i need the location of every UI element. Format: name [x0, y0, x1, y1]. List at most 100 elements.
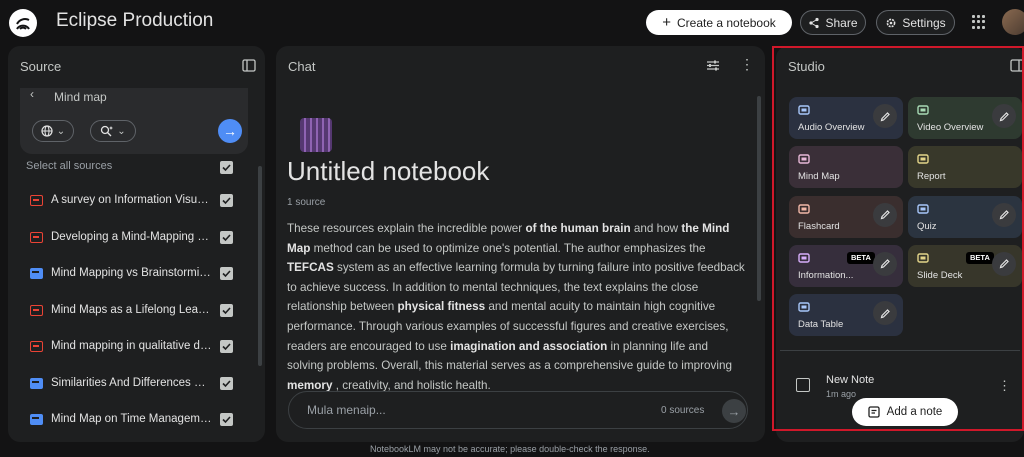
- note-timestamp: 1m ago: [826, 389, 857, 399]
- source-scrollbar[interactable]: [258, 166, 262, 366]
- edit-button[interactable]: [873, 202, 897, 227]
- tile-label: Audio Overview: [798, 122, 865, 133]
- select-all-label: Select all sources: [26, 160, 113, 172]
- share-button[interactable]: Share: [800, 10, 866, 35]
- create-notebook-label: Create a notebook: [677, 15, 776, 30]
- edit-button[interactable]: [873, 104, 897, 128]
- avatar[interactable]: [1002, 9, 1024, 35]
- studio-tile-data-table[interactable]: Data Table: [789, 294, 903, 337]
- source-item[interactable]: Mind Mapping vs Brainstormin...: [8, 257, 253, 293]
- note-add-icon: [868, 406, 880, 418]
- tile-icon: [798, 203, 810, 214]
- more-vert-icon[interactable]: ⋮: [740, 56, 754, 73]
- studio-panel-header: Studio: [776, 46, 1024, 86]
- tile-label: Quiz: [917, 220, 937, 232]
- create-notebook-button[interactable]: + Create a notebook: [646, 10, 792, 35]
- pencil-icon: [880, 259, 890, 269]
- source-checkbox[interactable]: [220, 303, 233, 317]
- studio-tile-audio-overview[interactable]: Audio Overview: [789, 97, 903, 139]
- studio-tile-report[interactable]: Report: [908, 146, 1022, 189]
- summary-highlight: TEFCAS: [287, 261, 334, 275]
- source-checkbox[interactable]: [220, 376, 233, 390]
- chat-source-count: 0 sources: [661, 405, 705, 416]
- send-button[interactable]: →: [722, 399, 746, 423]
- notebook-title[interactable]: Eclipse Production: [56, 10, 213, 32]
- studio-tile-mind-map[interactable]: Mind Map: [789, 146, 903, 189]
- edit-button[interactable]: [873, 251, 897, 276]
- pencil-icon: [999, 210, 1009, 220]
- summary-text: These resources explain the incredible p…: [287, 222, 526, 235]
- web-page-icon: [30, 377, 43, 389]
- studio-tile-flashcard[interactable]: Flashcard: [789, 195, 903, 238]
- pencil-icon: [880, 210, 890, 220]
- source-checkbox[interactable]: [220, 194, 233, 207]
- tile-icon: [917, 203, 929, 214]
- search-sparkle-icon: [101, 125, 114, 137]
- summary-highlight: of the human brain: [525, 222, 631, 235]
- studio-tile-information[interactable]: Information... BETA: [789, 244, 903, 287]
- source-item[interactable]: Mind Maps as a Lifelong Learni...: [8, 294, 253, 330]
- more-vert-icon[interactable]: ⋮: [998, 378, 1011, 394]
- pdf-icon: [30, 195, 43, 206]
- app-logo-icon[interactable]: [9, 9, 37, 37]
- edit-button[interactable]: [873, 301, 897, 326]
- tile-label: Mind Map: [798, 171, 840, 183]
- source-item-label: Similarities And Differences Be...: [51, 376, 213, 389]
- tile-label: Information...: [798, 269, 854, 281]
- tune-icon[interactable]: [706, 59, 720, 72]
- tile-icon: [917, 154, 929, 164]
- plus-icon: +: [662, 13, 671, 31]
- note-icon: [796, 378, 810, 392]
- summary-text: method can be used to optimize one's pot…: [310, 241, 706, 255]
- chat-scrollbar[interactable]: [757, 96, 761, 301]
- tile-label: Video Overview: [917, 122, 984, 133]
- edit-button[interactable]: [992, 251, 1016, 276]
- divider: [780, 350, 1020, 351]
- summary-text: and how: [630, 222, 682, 235]
- pencil-icon: [999, 111, 1009, 121]
- collapse-panel-icon[interactable]: [242, 59, 256, 72]
- source-item[interactable]: Similarities And Differences Be...: [8, 367, 253, 403]
- chevron-down-icon: ⌄: [56, 125, 66, 137]
- source-checkbox[interactable]: [220, 413, 233, 426]
- tile-label: Data Table: [798, 319, 844, 331]
- studio-tile-quiz[interactable]: Quiz: [908, 195, 1022, 238]
- beta-badge: BETA: [847, 251, 875, 264]
- edit-button[interactable]: [992, 104, 1016, 128]
- source-item[interactable]: Mind Map on Time Manageme...: [8, 403, 253, 439]
- source-item-label: Mind mapping in qualitative da...: [51, 340, 213, 352]
- notebook-emoji-icon: [300, 118, 332, 152]
- summary-highlight: physical fitness: [397, 300, 486, 314]
- web-page-icon: [30, 268, 43, 279]
- research-mode-dropdown[interactable]: ⌄: [90, 120, 136, 142]
- tile-icon: [798, 302, 810, 312]
- select-all-checkbox[interactable]: [220, 161, 233, 174]
- source-checkbox[interactable]: [220, 340, 233, 353]
- source-search-input[interactable]: Mind map: [54, 90, 107, 104]
- chat-input-box[interactable]: Mula menaip... 0 sources →: [288, 391, 748, 429]
- source-item[interactable]: A survey on Information Visuali...: [8, 184, 253, 220]
- studio-tile-video-overview[interactable]: Video Overview: [908, 97, 1022, 139]
- disclaimer-text: NotebookLM may not be accurate; please d…: [370, 444, 650, 454]
- web-source-dropdown[interactable]: ⌄: [32, 120, 74, 142]
- notebook-summary: These resources explain the incredible p…: [287, 219, 747, 395]
- top-bar: Eclipse Production + Create a notebook S…: [0, 0, 1024, 44]
- source-search-box: ‹ Mind map ⌄ ⌄ →: [20, 87, 248, 154]
- share-label: Share: [825, 15, 858, 30]
- edit-button[interactable]: [992, 202, 1016, 227]
- chevron-left-icon[interactable]: ‹: [30, 87, 34, 101]
- note-title[interactable]: New Note: [826, 374, 874, 386]
- studio-tile-slide-deck[interactable]: Slide Deck BETA: [908, 244, 1022, 287]
- add-note-button[interactable]: Add a note: [852, 398, 958, 426]
- settings-button[interactable]: Settings: [876, 10, 955, 35]
- source-item[interactable]: Developing a Mind-Mapping M...: [8, 221, 253, 257]
- source-item[interactable]: Mind mapping in qualitative da...: [8, 330, 253, 366]
- submit-search-button[interactable]: →: [218, 119, 242, 143]
- apps-grid-icon[interactable]: [972, 15, 986, 29]
- share-icon: [809, 17, 820, 28]
- source-checkbox[interactable]: [220, 267, 233, 280]
- chat-input[interactable]: Mula menaip...: [307, 403, 386, 417]
- collapse-panel-icon[interactable]: [1010, 59, 1024, 72]
- pdf-icon: [30, 341, 43, 352]
- source-checkbox[interactable]: [220, 230, 233, 244]
